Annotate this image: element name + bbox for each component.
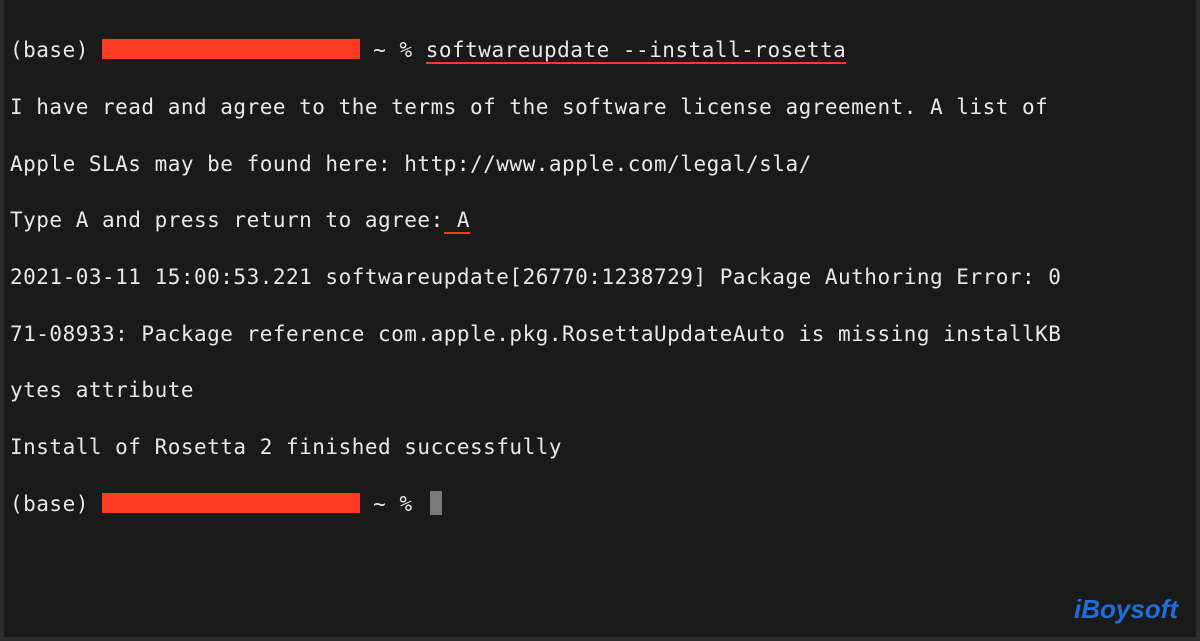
terminal-output[interactable]: (base) ~ % softwareupdate --install-rose… <box>10 8 1190 547</box>
window-frame-bottom <box>0 637 1200 641</box>
prompt-env-prefix: (base) <box>10 38 102 62</box>
prompt-line-2: (base) ~ % <box>10 490 1190 518</box>
success-line: Install of Rosetta 2 finished successful… <box>10 433 1190 461</box>
error-line-2: 71-08933: Package reference com.apple.pk… <box>10 320 1190 348</box>
error-line-1: 2021-03-11 15:00:53.221 softwareupdate[2… <box>10 263 1190 291</box>
license-line-2: Apple SLAs may be found here: http://www… <box>10 150 1190 178</box>
terminal-cursor <box>430 491 442 515</box>
error-line-3: ytes attribute <box>10 376 1190 404</box>
watermark-logo: iBoysoft <box>1074 594 1178 625</box>
prompt-suffix-1: ~ % <box>360 38 426 62</box>
window-frame-left <box>0 0 4 641</box>
agree-input-text: A <box>444 208 470 234</box>
redacted-hostname-2 <box>102 493 360 513</box>
agree-line: Type A and press return to agree: A <box>10 206 1190 234</box>
redacted-hostname-1 <box>102 39 360 59</box>
agree-prompt-text: Type A and press return to agree: <box>10 208 444 232</box>
prompt-suffix-2: ~ % <box>360 492 426 516</box>
prompt-env-prefix-2: (base) <box>10 492 102 516</box>
window-frame-right <box>1196 0 1200 641</box>
prompt-line-1: (base) ~ % softwareupdate --install-rose… <box>10 36 1190 64</box>
license-line-1: I have read and agree to the terms of th… <box>10 93 1190 121</box>
command-text: softwareupdate --install-rosetta <box>426 38 847 64</box>
